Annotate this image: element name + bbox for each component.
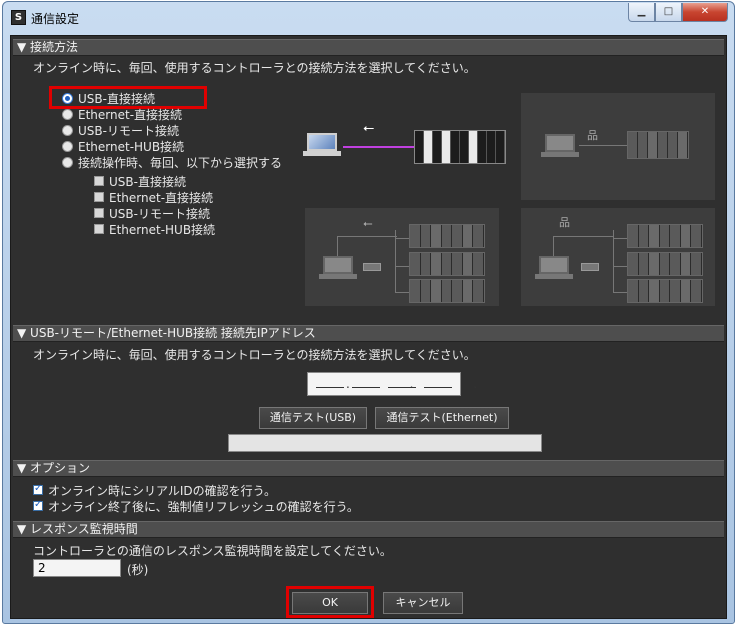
check-sub-ethernet-direct[interactable]: Ethernet-直接接続 [94,190,214,205]
ip-instruction: オンライン時に、毎回、使用するコントローラとの接続方法を選択してください。 [33,348,476,362]
connection-instruction: オンライン時に、毎回、使用するコントローラとの接続方法を選択してください。 [33,61,476,75]
laptop-icon [541,134,579,158]
minimize-button[interactable]: ▁ [628,3,655,22]
checkbox-checked-icon [33,483,43,495]
ip-address-field[interactable]: . . . [307,372,477,396]
cancel-button[interactable]: キャンセル [383,592,463,614]
ok-button[interactable]: OK [292,592,368,614]
window-controls: ▁ □ ✕ [628,3,728,22]
controller-icon [409,224,485,248]
test-result-field [228,434,542,452]
controller-icon [414,130,506,164]
radio-ethernet-direct[interactable]: Ethernet-直接接続 [62,107,183,122]
checkbox-label: オンライン時にシリアルIDの確認を行う。 [48,483,276,498]
timeout-input[interactable]: 2 [33,559,121,577]
laptop-icon [319,256,357,280]
hub-icon [581,263,599,271]
radio-ethernet-hub[interactable]: Ethernet-HUB接続 [62,139,185,154]
usb-icon: ⭠ [363,216,373,230]
controller-icon [627,224,703,248]
ethernet-icon: 品 [559,216,570,229]
checkbox-icon [94,192,104,202]
check-sub-usb-direct[interactable]: USB-直接接続 [94,174,186,189]
laptop-icon [535,256,573,280]
test-ethernet-button[interactable]: 通信テスト(Ethernet) [375,407,509,429]
timeout-instruction: コントローラとの通信のレスポンス監視時間を設定してください。 [33,544,392,558]
timeout-unit: (秒) [127,563,149,577]
ip-separators: . . . [346,377,506,391]
checkbox-label: Ethernet-HUB接続 [109,222,216,237]
section-header-connection[interactable]: ▼ 接続方法 [13,39,724,56]
option-force-refresh-check[interactable]: オンライン終了後に、強制値リフレッシュの確認を行う。 [33,499,359,514]
controller-icon [627,252,703,276]
radio-button-icon [62,156,73,168]
checkbox-label: Ethernet-直接接続 [109,190,214,205]
dialog-window: S 通信設定 ▁ □ ✕ ▼ 接続方法 オンライン時に、毎回、使用するコントロー… [2,1,735,624]
title-bar[interactable]: S 通信設定 ▁ □ ✕ [3,2,734,32]
radio-usb-direct[interactable]: USB-直接接続 [62,91,155,106]
hub-icon [363,263,381,271]
controller-icon [627,279,703,303]
controller-icon [627,131,689,159]
checkbox-icon [94,208,104,218]
radio-label: Ethernet-直接接続 [78,107,183,122]
diagram-panel-usb-remote: ⭠ [305,208,499,306]
checkbox-checked-icon [33,499,43,511]
checkbox-icon [94,176,104,186]
checkbox-label: オンライン終了後に、強制値リフレッシュの確認を行う。 [48,499,359,514]
check-sub-ethernet-hub[interactable]: Ethernet-HUB接続 [94,222,216,237]
close-button[interactable]: ✕ [682,3,728,22]
maximize-button[interactable]: □ [655,3,682,22]
dialog-client-area: ▼ 接続方法 オンライン時に、毎回、使用するコントローラとの接続方法を選択してく… [10,35,727,619]
option-serial-id-check[interactable]: オンライン時にシリアルIDの確認を行う。 [33,483,276,498]
diagram-panel-ethernet-direct: 品 [521,93,715,200]
test-usb-button[interactable]: 通信テスト(USB) [259,407,367,429]
checkbox-icon [94,224,104,234]
radio-label: 接続操作時、毎回、以下から選択する [78,155,283,170]
radio-usb-remote[interactable]: USB-リモート接続 [62,123,179,138]
controller-icon [409,252,485,276]
check-sub-usb-remote[interactable]: USB-リモート接続 [94,206,210,221]
checkbox-label: USB-直接接続 [109,174,186,189]
section-header-ip-address[interactable]: ▼ USB-リモート/Ethernet-HUB接続 接続先IPアドレス [13,325,724,342]
ethernet-icon: 品 [587,129,598,142]
controller-icon [409,279,485,303]
app-icon: S [11,10,26,25]
laptop-icon [303,133,341,157]
diagram-panel-ethernet-hub: 品 [521,208,715,306]
radio-label: Ethernet-HUB接続 [78,139,185,154]
radio-button-icon [62,108,73,120]
checkbox-label: USB-リモート接続 [109,206,210,221]
radio-button-icon [62,124,73,136]
radio-select-each-time[interactable]: 接続操作時、毎回、以下から選択する [62,155,283,170]
radio-button-selected-icon [62,92,73,104]
usb-icon: ⭠ [363,120,375,136]
window-title: 通信設定 [31,12,80,26]
radio-label: USB-直接接続 [78,91,155,106]
section-header-options[interactable]: ▼ オプション [13,460,724,477]
radio-label: USB-リモート接続 [78,123,179,138]
radio-button-icon [62,140,73,152]
usb-cable-line [343,146,423,148]
section-header-timeout[interactable]: ▼ レスポンス監視時間 [13,521,724,538]
